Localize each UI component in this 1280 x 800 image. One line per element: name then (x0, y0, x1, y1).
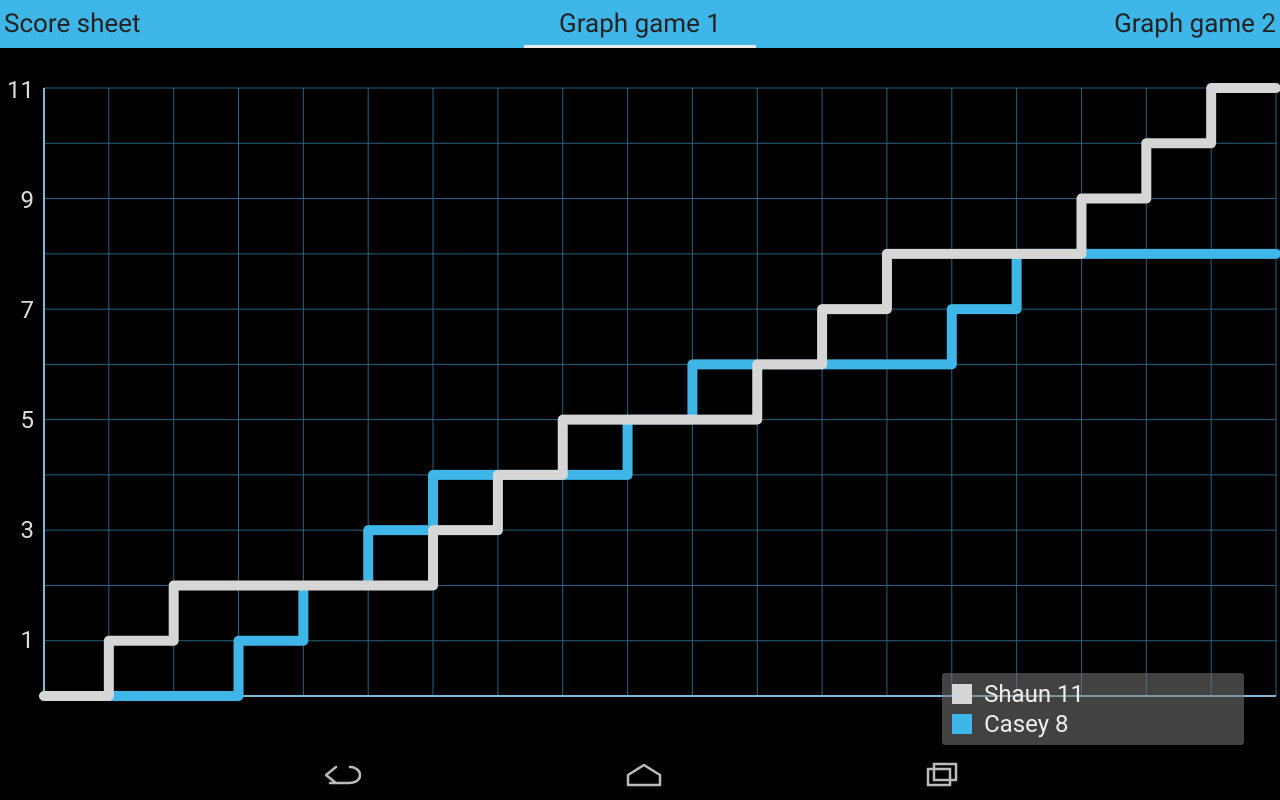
legend-label-player2: Casey 8 (984, 709, 1068, 739)
y-tick-label: 9 (2, 186, 34, 214)
y-tick-label: 5 (2, 406, 34, 434)
legend: Shaun 11 Casey 8 (942, 673, 1244, 745)
score-graph: 11 9 7 5 3 1 Shaun 11 Casey 8 (0, 48, 1280, 750)
legend-entry-player2: Casey 8 (952, 709, 1084, 739)
header-tab-bar: Score sheet Graph game 1 Graph game 2 (0, 0, 1280, 48)
chart-canvas (0, 48, 1280, 750)
legend-swatch-player2 (952, 714, 972, 734)
recent-apps-icon[interactable] (924, 761, 960, 789)
tab-graph-game-2[interactable]: Graph game 2 (1114, 0, 1276, 48)
tab-graph-game-1[interactable]: Graph game 1 (559, 0, 721, 48)
back-icon[interactable] (320, 761, 364, 789)
y-tick-label: 11 (2, 76, 34, 104)
system-nav-bar (0, 750, 1280, 800)
legend-entry-player1: Shaun 11 (952, 679, 1084, 709)
y-tick-label: 7 (2, 296, 34, 324)
y-tick-label: 3 (2, 516, 34, 544)
y-tick-label: 1 (2, 626, 34, 654)
legend-swatch-player1 (952, 684, 972, 704)
legend-label-player1: Shaun 11 (984, 679, 1084, 709)
tab-score-sheet[interactable]: Score sheet (4, 0, 141, 48)
home-icon[interactable] (624, 761, 664, 789)
